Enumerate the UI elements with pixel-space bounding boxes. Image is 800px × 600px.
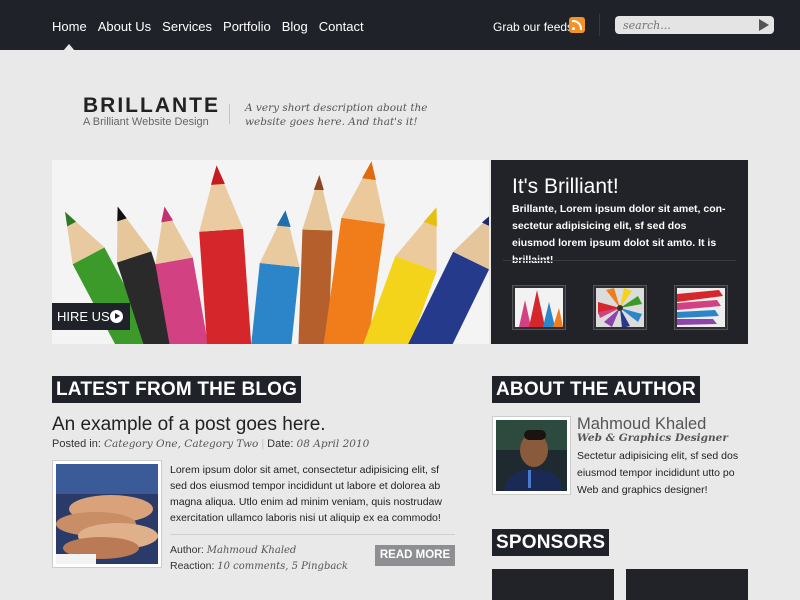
site-description: A very short description about the websi…	[245, 102, 428, 128]
hero-thumbnail-3[interactable]	[674, 285, 728, 330]
main-nav: Home About Us Services Portfolio Blog Co…	[52, 19, 364, 51]
post-date: 08 April 2010	[296, 438, 370, 450]
read-more-button[interactable]: READ MORE	[375, 545, 455, 566]
posted-in-label: Posted in:	[52, 438, 101, 450]
nav-item-blog[interactable]: Blog	[282, 19, 308, 34]
post-meta: Posted in: Category One, Category Two | Da…	[52, 438, 369, 450]
site-tagline: A Brilliant Website Design	[83, 116, 209, 128]
nav-item-services[interactable]: Services	[162, 19, 212, 34]
nav-divider	[599, 14, 600, 36]
post-excerpt: Lorem ipsum dolor sit amet, consectetur …	[170, 464, 442, 524]
author-label: Author:	[170, 544, 204, 556]
nav-item-home[interactable]: Home	[52, 19, 87, 51]
post-categories[interactable]: Category One, Category Two	[104, 438, 258, 450]
blog-heading: LATEST FROM THE BLOG	[52, 376, 302, 403]
author-role: Web & Graphics Designer	[577, 432, 728, 444]
sponsor-slot-2[interactable]	[626, 569, 748, 600]
author-avatar	[492, 416, 571, 495]
play-icon	[110, 310, 123, 323]
hero-panel-divider	[503, 260, 736, 261]
post-thumbnail[interactable]	[52, 460, 162, 568]
search-input[interactable]	[623, 17, 733, 33]
reaction-label: Reaction:	[170, 559, 215, 572]
top-navbar: Home About Us Services Portfolio Blog Co…	[0, 0, 800, 51]
post-author[interactable]: Mahmoud Khaled	[207, 545, 297, 556]
rss-icon[interactable]	[569, 17, 585, 33]
author-heading: ABOUT THE AUTHOR	[492, 376, 700, 403]
hero-thumbnail-2[interactable]	[593, 285, 647, 330]
post-divider	[170, 534, 455, 535]
nav-item-about-us[interactable]: About Us	[98, 19, 151, 34]
hire-us-button[interactable]: HIRE US	[52, 303, 130, 330]
search-submit-icon[interactable]	[759, 19, 769, 31]
site-logo[interactable]: BRILLANTE	[83, 94, 220, 118]
post-footer: Author: Mahmoud Khaled Reaction: 10 comm…	[170, 543, 348, 574]
nav-item-contact[interactable]: Contact	[319, 19, 364, 34]
meta-divider: |	[261, 438, 265, 450]
sponsors-heading: SPONSORS	[492, 529, 610, 556]
post-reactions[interactable]: 10 comments, 5 Pingback	[217, 561, 348, 572]
header-divider	[229, 104, 230, 124]
date-label: Date:	[267, 438, 294, 450]
hero-panel: It's Brilliant! Brillante, Lorem ipsum d…	[491, 160, 748, 344]
hero-thumbnail-1[interactable]	[512, 285, 566, 330]
search-box	[615, 16, 774, 34]
nav-item-portfolio[interactable]: Portfolio	[223, 19, 271, 34]
post-title[interactable]: An example of a post goes here.	[52, 414, 326, 436]
author-bio: Sectetur adipisicing elit, sf sed dos ei…	[577, 450, 739, 496]
hero-panel-title: It's Brilliant!	[512, 175, 619, 198]
hire-us-label: HIRE US	[57, 309, 110, 324]
hero-panel-text: Brillante, Lorem ipsum dolor sit amet, c…	[512, 203, 726, 266]
feeds-link[interactable]: Grab our feeds	[493, 20, 573, 34]
sponsor-slot-1[interactable]	[492, 569, 614, 600]
